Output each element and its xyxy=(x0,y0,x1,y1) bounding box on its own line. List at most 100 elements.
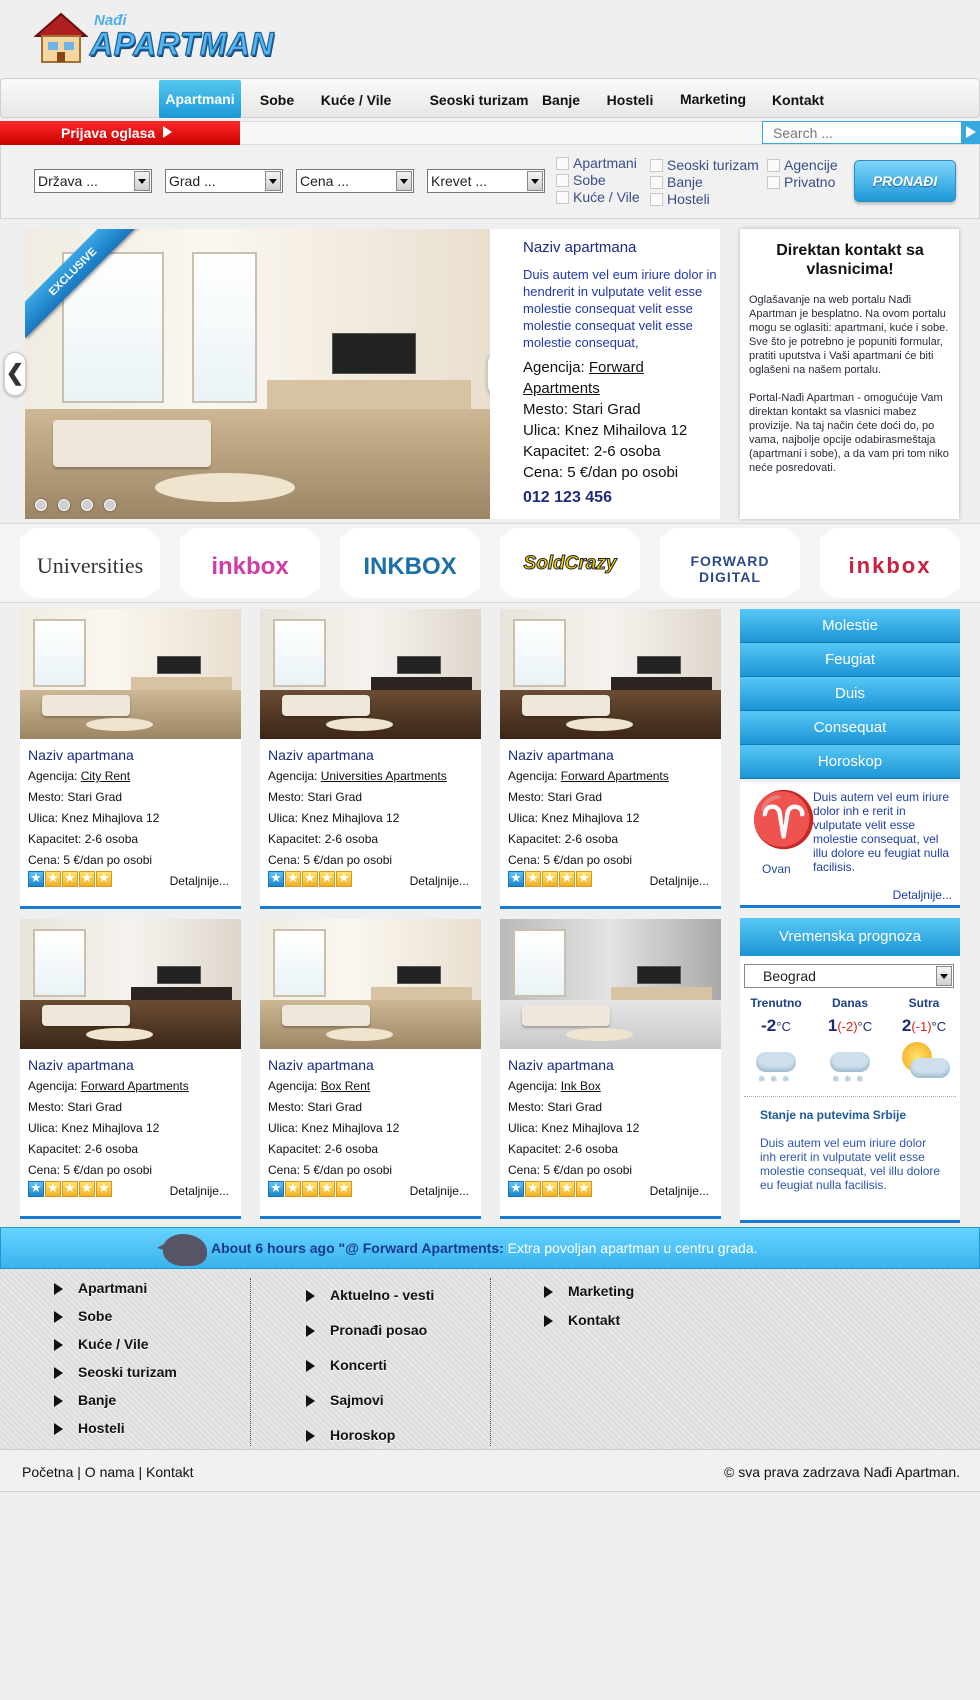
listing-card[interactable]: Naziv apartmana Agencija: Ink Box Mesto: S… xyxy=(500,919,721,1219)
footer-link[interactable]: Aktuelno - vesti xyxy=(306,1287,434,1303)
featured-title[interactable]: Naziv apartmana xyxy=(523,239,720,256)
listing-agency-link[interactable]: Universities Apartments xyxy=(321,769,447,783)
rating-star-icon[interactable] xyxy=(508,870,524,887)
partner-logo[interactable]: inkbox xyxy=(180,528,320,598)
footer-link[interactable]: Marketing xyxy=(544,1283,634,1299)
rating-star-icon[interactable] xyxy=(45,1180,61,1197)
footer-link[interactable]: Sajmovi xyxy=(306,1392,384,1408)
rating-star-icon[interactable] xyxy=(268,1180,284,1197)
footer-link[interactable]: Seoski turizam xyxy=(54,1364,177,1380)
nav-apartmani[interactable]: Apartmani xyxy=(159,80,241,118)
rating-star-icon[interactable] xyxy=(508,1180,524,1197)
listing-photo[interactable] xyxy=(500,919,721,1049)
tweet-text[interactable]: About 6 hours ago "@ Forward Apartments:… xyxy=(211,1240,758,1256)
footer-link[interactable]: Kuće / Vile xyxy=(54,1336,149,1352)
rating-star-icon[interactable] xyxy=(268,870,284,887)
rating-star-icon[interactable] xyxy=(62,1180,78,1197)
bottom-link-pocetna[interactable]: Početna xyxy=(22,1464,73,1480)
nav-kuce-vile[interactable]: Kuće / Vile xyxy=(315,79,397,119)
listing-title[interactable]: Naziv apartmana xyxy=(28,1057,134,1073)
slider-dot[interactable] xyxy=(81,499,93,511)
rating-star-icon[interactable] xyxy=(285,870,301,887)
listing-photo[interactable] xyxy=(260,919,481,1049)
listing-agency-link[interactable]: Ink Box xyxy=(561,1079,601,1093)
listing-more-link[interactable]: Detaljnije... xyxy=(410,1184,469,1198)
rating-star-icon[interactable] xyxy=(542,1180,558,1197)
listing-more-link[interactable]: Detaljnije... xyxy=(650,874,709,888)
nav-banje[interactable]: Banje xyxy=(537,79,585,119)
rating-star-icon[interactable] xyxy=(336,1180,352,1197)
listing-agency-link[interactable]: City Rent xyxy=(81,769,130,783)
rating-stars[interactable] xyxy=(28,870,113,887)
search-input[interactable] xyxy=(762,121,962,144)
listing-more-link[interactable]: Detaljnije... xyxy=(650,1184,709,1198)
footer-link[interactable]: Banje xyxy=(54,1392,116,1408)
rating-star-icon[interactable] xyxy=(28,1180,44,1197)
slider-dot[interactable] xyxy=(35,499,47,511)
listing-more-link[interactable]: Detaljnije... xyxy=(170,874,229,888)
listing-agency-link[interactable]: Forward Apartments xyxy=(81,1079,189,1093)
checkbox-banje[interactable]: Banje xyxy=(650,174,703,190)
listing-title[interactable]: Naziv apartmana xyxy=(508,1057,614,1073)
partner-logo[interactable]: INKBOX xyxy=(340,528,480,598)
rating-star-icon[interactable] xyxy=(319,870,335,887)
listing-title[interactable]: Naziv apartmana xyxy=(508,747,614,763)
rating-star-icon[interactable] xyxy=(542,870,558,887)
checkbox-privatno[interactable]: Privatno xyxy=(767,174,835,190)
checkbox-apartmani[interactable]: Apartmani xyxy=(556,155,637,171)
side-menu-item[interactable]: Horoskop xyxy=(740,745,960,779)
slider-dot[interactable] xyxy=(104,499,116,511)
rating-star-icon[interactable] xyxy=(576,1180,592,1197)
search-submit-icon[interactable] xyxy=(962,121,980,144)
footer-link[interactable]: Pronađi posao xyxy=(306,1322,427,1338)
rating-star-icon[interactable] xyxy=(525,870,541,887)
site-logo[interactable]: Nađi APARTMAN xyxy=(34,6,274,66)
listing-card[interactable]: Naziv apartmana Agencija: Universities Ap… xyxy=(260,609,481,909)
rating-stars[interactable] xyxy=(508,1180,593,1197)
nav-hosteli[interactable]: Hosteli xyxy=(601,79,659,119)
listing-agency-link[interactable]: Box Rent xyxy=(321,1079,370,1093)
rating-star-icon[interactable] xyxy=(28,870,44,887)
slider-prev-button[interactable]: ❮ xyxy=(4,352,26,396)
rating-star-icon[interactable] xyxy=(96,1180,112,1197)
side-menu-item[interactable]: Consequat xyxy=(740,711,960,745)
city-select[interactable]: Beograd xyxy=(744,964,954,988)
checkbox-sobe[interactable]: Sobe xyxy=(556,172,606,188)
rating-star-icon[interactable] xyxy=(79,870,95,887)
select-krevet[interactable]: Krevet ... xyxy=(427,169,545,193)
rating-stars[interactable] xyxy=(508,870,593,887)
select-drzava[interactable]: Država ... xyxy=(34,169,152,193)
featured-slider[interactable]: EXCLUSIVE xyxy=(25,229,490,519)
rating-star-icon[interactable] xyxy=(302,870,318,887)
rating-star-icon[interactable] xyxy=(302,1180,318,1197)
bottom-link-o-nama[interactable]: O nama xyxy=(85,1464,135,1480)
roads-title[interactable]: Stanje na putevima Srbije xyxy=(760,1108,906,1122)
side-menu-item[interactable]: Duis xyxy=(740,677,960,711)
rating-star-icon[interactable] xyxy=(96,870,112,887)
listing-card[interactable]: Naziv apartmana Agencija: Forward Apartme… xyxy=(20,919,241,1219)
partner-logo[interactable]: FORWARD DIGITAL xyxy=(660,528,800,598)
side-menu-item[interactable]: Molestie xyxy=(740,609,960,643)
listing-title[interactable]: Naziv apartmana xyxy=(268,747,374,763)
rating-star-icon[interactable] xyxy=(79,1180,95,1197)
listing-card[interactable]: Naziv apartmana Agencija: City Rent Mesto:… xyxy=(20,609,241,909)
rating-star-icon[interactable] xyxy=(285,1180,301,1197)
horoscope-more-link[interactable]: Detaljnije... xyxy=(893,888,952,902)
submit-ad-button[interactable]: Prijava oglasa xyxy=(0,121,240,145)
partner-logo[interactable]: Universities xyxy=(20,528,160,598)
listing-title[interactable]: Naziv apartmana xyxy=(28,747,134,763)
rating-star-icon[interactable] xyxy=(525,1180,541,1197)
find-button[interactable]: PRONAĐI xyxy=(854,160,956,202)
listing-title[interactable]: Naziv apartmana xyxy=(268,1057,374,1073)
listing-photo[interactable] xyxy=(20,609,241,739)
nav-kontakt[interactable]: Kontakt xyxy=(767,79,829,119)
rating-stars[interactable] xyxy=(28,1180,113,1197)
partner-logo[interactable]: inkbox xyxy=(820,528,960,598)
footer-link[interactable]: Apartmani xyxy=(54,1280,147,1296)
rating-star-icon[interactable] xyxy=(336,870,352,887)
footer-link[interactable]: Kontakt xyxy=(544,1312,620,1328)
listing-more-link[interactable]: Detaljnije... xyxy=(410,874,469,888)
partner-logo[interactable]: SoldCrazy xyxy=(500,528,640,598)
listing-photo[interactable] xyxy=(500,609,721,739)
side-menu-item[interactable]: Feugiat xyxy=(740,643,960,677)
